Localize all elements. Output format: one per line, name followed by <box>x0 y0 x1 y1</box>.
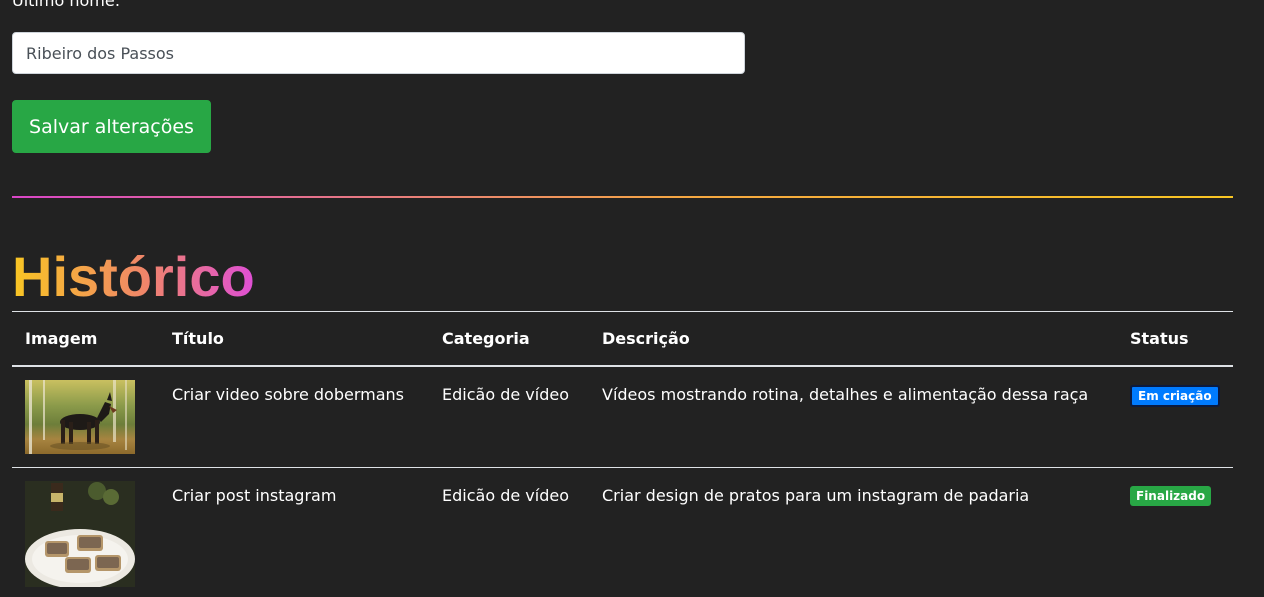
status-badge: Finalizado <box>1130 485 1212 506</box>
row-image-cell <box>12 366 159 468</box>
table-row: Criar post instagram Edicão de vídeo Cri… <box>12 467 1233 597</box>
profile-page: Último nome: Salvar alterações Histórico… <box>0 0 1264 597</box>
status-badge: Em criação <box>1130 384 1220 407</box>
row-title: Criar video sobre dobermans <box>172 384 404 404</box>
row-status-cell: Finalizado <box>1117 467 1233 597</box>
column-header-category: Categoria <box>442 328 530 348</box>
row-category: Edicão de vídeo <box>442 384 569 404</box>
row-category: Edicão de vídeo <box>442 485 569 505</box>
row-title: Criar post instagram <box>172 485 337 505</box>
history-heading: Histórico <box>12 245 255 308</box>
bread-plate-thumbnail <box>25 480 135 587</box>
history-table: Imagem Título Categoria Descrição Status <box>12 311 1233 597</box>
doberman-image <box>29 379 127 454</box>
row-image-cell <box>12 467 159 597</box>
row-description: Criar design de pratos para um instagram… <box>602 485 1030 505</box>
last-name-label: Último nome: <box>12 0 121 10</box>
column-header-description: Descrição <box>602 328 690 348</box>
last-name-input[interactable] <box>12 32 745 74</box>
table-row: Criar video sobre dobermans Edicão de ví… <box>12 366 1233 468</box>
row-status-cell: Em criação <box>1117 366 1233 468</box>
column-header-image: Imagem <box>25 328 98 348</box>
gradient-divider <box>12 196 1233 198</box>
column-header-title: Título <box>172 328 224 348</box>
history-table-wrapper: Imagem Título Categoria Descrição Status <box>12 311 1233 597</box>
column-header-status: Status <box>1130 328 1189 348</box>
doberman-thumbnail <box>25 379 135 454</box>
table-header-row: Imagem Título Categoria Descrição Status <box>12 311 1233 366</box>
row-description: Vídeos mostrando rotina, detalhes e alim… <box>602 384 1089 404</box>
bread-plate-image <box>25 480 135 587</box>
save-changes-button[interactable]: Salvar alterações <box>12 100 211 153</box>
